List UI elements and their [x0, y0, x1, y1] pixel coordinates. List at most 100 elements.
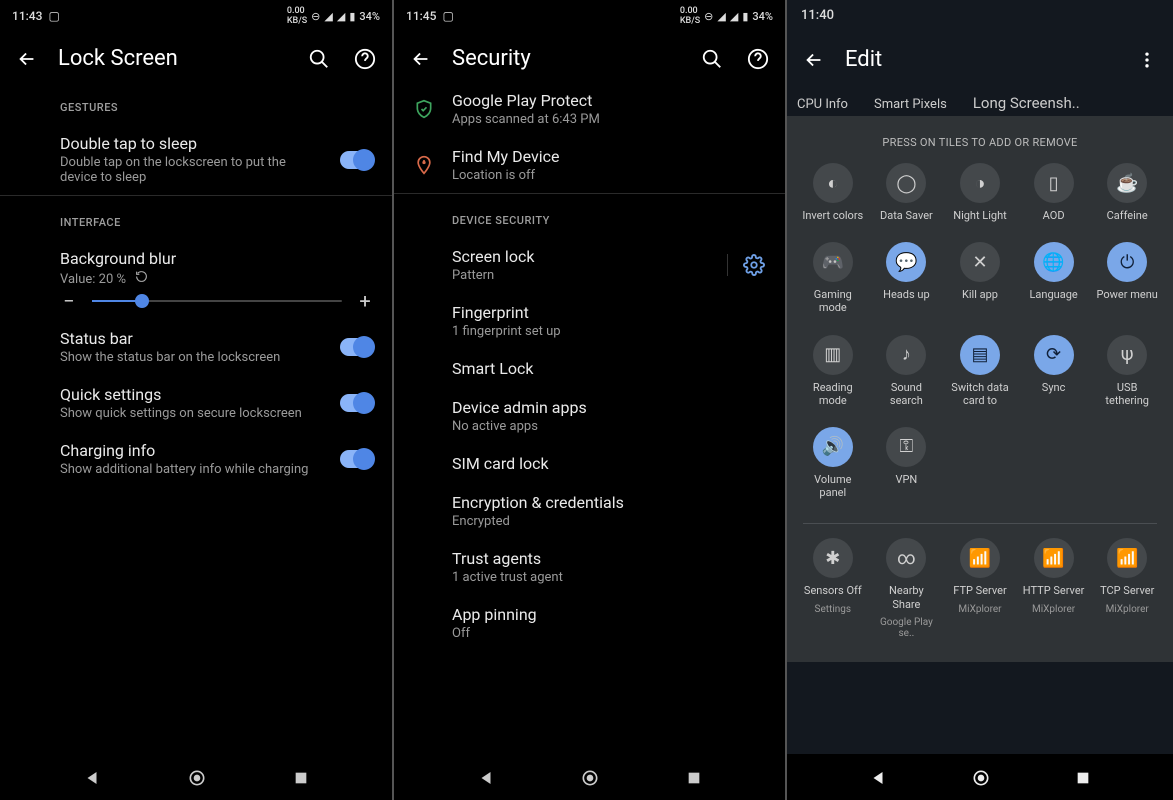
row-title: App pinning: [452, 605, 767, 624]
tile-label: TCP Server: [1100, 584, 1154, 597]
row-subtitle: Encrypted: [452, 514, 767, 529]
nav-home-icon[interactable]: [187, 768, 207, 788]
qs-tabs: CPU Info Smart Pixels Long Screensh..: [787, 88, 1173, 116]
phone-lockscreen-settings: 11:43 ▢ 0.00KB/S ⊖ ◢ ◢ ▮ 34% Lock Screen…: [0, 0, 394, 800]
shield-check-icon: [412, 98, 436, 120]
tile-label: Kill app: [962, 288, 998, 301]
tile-volume-panel[interactable]: 🔊Volume panel: [801, 427, 865, 499]
dnd-icon: ⊖: [311, 10, 320, 23]
overflow-menu-icon[interactable]: [1137, 50, 1157, 70]
reading-mode-icon: ▥: [813, 335, 853, 375]
page-title: Lock Screen: [58, 46, 288, 71]
back-icon[interactable]: [410, 48, 432, 70]
tile-invert-colors[interactable]: ◐Invert colors: [801, 163, 865, 222]
tile-caffeine[interactable]: ☕Caffeine: [1095, 163, 1159, 222]
search-icon[interactable]: [701, 48, 723, 70]
search-icon[interactable]: [308, 48, 330, 70]
night-light-icon: ◑: [960, 163, 1000, 203]
gear-icon[interactable]: [727, 254, 767, 276]
minus-icon[interactable]: −: [60, 289, 78, 313]
tile-ftp-server[interactable]: 📶FTP ServerMiXplorer: [948, 538, 1012, 639]
tile-tcp-server[interactable]: 📶TCP ServerMiXplorer: [1095, 538, 1159, 639]
tile-data-saver[interactable]: ◯Data Saver: [875, 163, 939, 222]
tile-nearby-share[interactable]: ∞Nearby ShareGoogle Play se..: [875, 538, 939, 639]
toggle-double-tap[interactable]: [340, 151, 374, 169]
tile-label: Heads up: [883, 288, 930, 301]
nav-back-icon[interactable]: [869, 769, 887, 787]
back-icon[interactable]: [16, 48, 38, 70]
row-sim-card-lock[interactable]: SIM card lock: [394, 444, 785, 483]
volume-panel-icon: 🔊: [813, 427, 853, 467]
tile-grid: ◐Invert colors◯Data Saver◑Night Light▯AO…: [797, 163, 1163, 515]
row-charging-info[interactable]: Charging info Show additional battery in…: [0, 431, 392, 487]
tab-smart-pixels[interactable]: Smart Pixels: [874, 97, 947, 112]
row-subtitle: Show the status bar on the lockscreen: [60, 350, 326, 365]
tile-sensors-off[interactable]: ✱Sensors OffSettings: [801, 538, 865, 639]
help-icon[interactable]: [747, 48, 769, 70]
row-play-protect[interactable]: Google Play Protect Apps scanned at 6:43…: [394, 81, 785, 137]
tile-label: Sync: [1042, 381, 1066, 394]
row-quick-settings[interactable]: Quick settings Show quick settings on se…: [0, 375, 392, 431]
tile-aod[interactable]: ▯AOD: [1022, 163, 1086, 222]
tile-usb-tethering[interactable]: ψUSB tethering: [1095, 335, 1159, 407]
back-icon[interactable]: [803, 49, 825, 71]
row-find-my-device[interactable]: Find My Device Location is off: [394, 137, 785, 193]
row-fingerprint[interactable]: Fingerprint 1 fingerprint set up: [394, 293, 785, 349]
row-title: Smart Lock: [452, 359, 767, 378]
slider-track[interactable]: [92, 300, 342, 302]
nav-recent-icon[interactable]: [686, 770, 702, 786]
tile-power-menu[interactable]: ⏻Power menu: [1095, 242, 1159, 314]
toggle-charging-info[interactable]: [340, 450, 374, 468]
tile-gaming-mode[interactable]: 🎮Gaming mode: [801, 242, 865, 314]
battery-percent: 34%: [359, 10, 380, 23]
slider-background-blur[interactable]: − +: [0, 289, 392, 319]
nav-home-icon[interactable]: [580, 768, 600, 788]
tile-grid-extra: ✱Sensors OffSettings∞Nearby ShareGoogle …: [797, 538, 1163, 655]
tile-switch-data[interactable]: ▤Switch data card to: [948, 335, 1012, 407]
tile-kill-app[interactable]: ✕Kill app: [948, 242, 1012, 314]
tile-vpn[interactable]: ⚿VPN: [875, 427, 939, 499]
section-interface: INTERFACE: [0, 196, 392, 239]
tile-night-light[interactable]: ◑Night Light: [948, 163, 1012, 222]
nav-back-icon[interactable]: [83, 769, 101, 787]
plus-icon[interactable]: +: [356, 289, 374, 313]
row-encryption[interactable]: Encryption & credentials Encrypted: [394, 483, 785, 539]
nav-recent-icon[interactable]: [293, 770, 309, 786]
row-app-pinning[interactable]: App pinning Off: [394, 595, 785, 651]
tile-label: Data Saver: [880, 209, 933, 222]
app-bar: Edit: [787, 31, 1173, 88]
battery-icon: ▮: [742, 10, 748, 23]
tile-http-server[interactable]: 📶HTTP ServerMiXplorer: [1022, 538, 1086, 639]
tile-sync[interactable]: ⟳Sync: [1022, 335, 1086, 407]
invert-colors-icon: ◐: [813, 163, 853, 203]
row-double-tap-sleep[interactable]: Double tap to sleep Double tap on the lo…: [0, 124, 392, 195]
tile-heads-up[interactable]: 💬Heads up: [875, 242, 939, 314]
toggle-quick-settings[interactable]: [340, 394, 374, 412]
tile-language[interactable]: 🌐Language: [1022, 242, 1086, 314]
speed-icon: 0.00KB/S: [287, 6, 307, 26]
row-screen-lock[interactable]: Screen lock Pattern: [394, 237, 785, 293]
tile-label: Reading mode: [801, 381, 865, 407]
nav-home-icon[interactable]: [971, 768, 991, 788]
row-status-bar[interactable]: Status bar Show the status bar on the lo…: [0, 319, 392, 375]
nav-recent-icon[interactable]: [1075, 770, 1091, 786]
tile-reading-mode[interactable]: ▥ Reading mode: [801, 335, 865, 407]
notification-icon: ▢: [442, 9, 453, 23]
row-device-admin-apps[interactable]: Device admin apps No active apps: [394, 388, 785, 444]
reset-icon[interactable]: [135, 270, 148, 283]
tcp-server-icon: 📶: [1107, 538, 1147, 578]
tile-label: USB tethering: [1095, 381, 1159, 407]
app-bar: Lock Screen: [0, 32, 392, 81]
nav-back-icon[interactable]: [477, 769, 495, 787]
slider-thumb[interactable]: [135, 294, 149, 308]
row-background-blur[interactable]: Background blur Value: 20 %: [0, 239, 392, 289]
aod-icon: ▯: [1034, 163, 1074, 203]
tab-long-screenshot[interactable]: Long Screensh..: [973, 94, 1080, 112]
tab-cpu-info[interactable]: CPU Info: [797, 97, 848, 112]
help-icon[interactable]: [354, 48, 376, 70]
row-trust-agents[interactable]: Trust agents 1 active trust agent: [394, 539, 785, 595]
row-smart-lock[interactable]: Smart Lock: [394, 349, 785, 388]
toggle-status-bar[interactable]: [340, 338, 374, 356]
tile-sound-search[interactable]: ♪Sound search: [875, 335, 939, 407]
caffeine-icon: ☕: [1107, 163, 1147, 203]
